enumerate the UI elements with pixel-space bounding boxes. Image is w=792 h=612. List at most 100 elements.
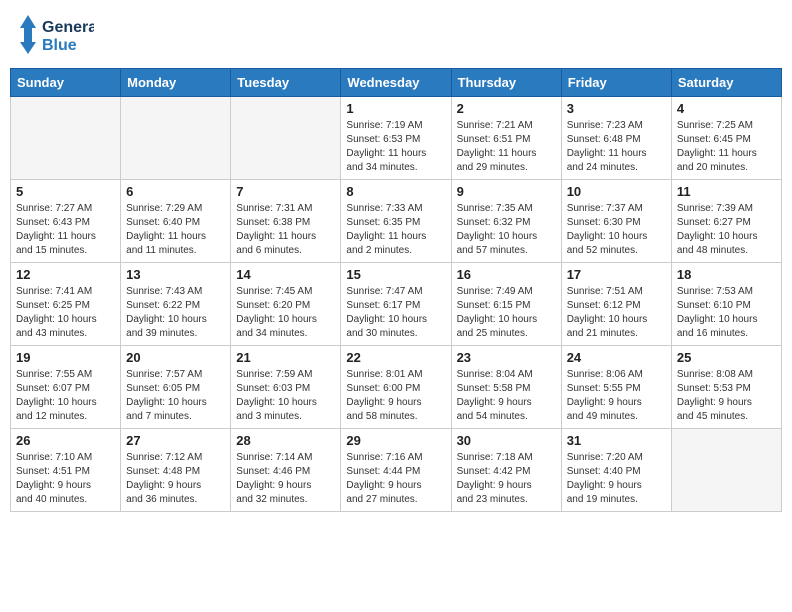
day-info: Sunrise: 7:31 AM Sunset: 6:38 PM Dayligh… — [236, 202, 335, 258]
day-info: Sunrise: 7:49 AM Sunset: 6:15 PM Dayligh… — [457, 285, 556, 341]
week-row-5: 26 Sunrise: 7:10 AM Sunset: 4:51 PM Dayli… — [11, 429, 782, 512]
day-number: 5 — [16, 184, 115, 199]
day-number: 22 — [346, 350, 445, 365]
day-info: Sunrise: 7:35 AM Sunset: 6:32 PM Dayligh… — [457, 202, 556, 258]
week-row-3: 12 Sunrise: 7:41 AM Sunset: 6:25 PM Dayli… — [11, 263, 782, 346]
calendar-cell: 3 Sunrise: 7:23 AM Sunset: 6:48 PM Daylig… — [561, 97, 671, 180]
day-info: Sunrise: 8:01 AM Sunset: 6:00 PM Dayligh… — [346, 368, 445, 424]
calendar-cell: 26 Sunrise: 7:10 AM Sunset: 4:51 PM Dayli… — [11, 429, 121, 512]
calendar-cell: 15 Sunrise: 7:47 AM Sunset: 6:17 PM Dayli… — [341, 263, 451, 346]
calendar-cell: 24 Sunrise: 8:06 AM Sunset: 5:55 PM Dayli… — [561, 346, 671, 429]
header: GeneralBlue — [10, 10, 782, 60]
header-row: SundayMondayTuesdayWednesdayThursdayFrid… — [11, 69, 782, 97]
day-info: Sunrise: 7:16 AM Sunset: 4:44 PM Dayligh… — [346, 451, 445, 507]
day-number: 4 — [677, 101, 776, 116]
calendar-cell — [121, 97, 231, 180]
header-day-monday: Monday — [121, 69, 231, 97]
calendar-cell: 20Sunrise: 7:57 AM Sunset: 6:05 PM Dayli… — [121, 346, 231, 429]
day-number: 9 — [457, 184, 556, 199]
logo: GeneralBlue — [14, 10, 94, 60]
day-number: 3 — [567, 101, 666, 116]
calendar-cell: 5 Sunrise: 7:27 AM Sunset: 6:43 PM Daylig… — [11, 180, 121, 263]
day-number: 8 — [346, 184, 445, 199]
header-day-sunday: Sunday — [11, 69, 121, 97]
day-number: 13 — [126, 267, 225, 282]
header-day-wednesday: Wednesday — [341, 69, 451, 97]
day-info: Sunrise: 7:45 AM Sunset: 6:20 PM Dayligh… — [236, 285, 335, 341]
day-info: Sunrise: 7:33 AM Sunset: 6:35 PM Dayligh… — [346, 202, 445, 258]
day-info: Sunrise: 7:25 AM Sunset: 6:45 PM Dayligh… — [677, 119, 776, 175]
calendar-cell: 21 Sunrise: 7:59 AM Sunset: 6:03 PM Dayli… — [231, 346, 341, 429]
day-number: 25 — [677, 350, 776, 365]
day-number: 17 — [567, 267, 666, 282]
day-info: Sunrise: 7:27 AM Sunset: 6:43 PM Dayligh… — [16, 202, 115, 258]
day-info: Sunrise: 7:37 AM Sunset: 6:30 PM Dayligh… — [567, 202, 666, 258]
calendar-cell: 4 Sunrise: 7:25 AM Sunset: 6:45 PM Daylig… — [671, 97, 781, 180]
header-day-saturday: Saturday — [671, 69, 781, 97]
day-number: 27 — [126, 433, 225, 448]
header-day-thursday: Thursday — [451, 69, 561, 97]
day-number: 24 — [567, 350, 666, 365]
day-info: Sunrise: 7:55 AM Sunset: 6:07 PM Dayligh… — [16, 368, 115, 424]
calendar-cell: 13Sunrise: 7:43 AM Sunset: 6:22 PM Dayli… — [121, 263, 231, 346]
calendar-cell: 22 Sunrise: 8:01 AM Sunset: 6:00 PM Dayli… — [341, 346, 451, 429]
day-number: 21 — [236, 350, 335, 365]
header-day-friday: Friday — [561, 69, 671, 97]
day-info: Sunrise: 7:12 AM Sunset: 4:48 PM Dayligh… — [126, 451, 225, 507]
day-info: Sunrise: 7:20 AM Sunset: 4:40 PM Dayligh… — [567, 451, 666, 507]
logo-svg: GeneralBlue — [14, 10, 94, 60]
day-info: Sunrise: 7:18 AM Sunset: 4:42 PM Dayligh… — [457, 451, 556, 507]
calendar-table: SundayMondayTuesdayWednesdayThursdayFrid… — [10, 68, 782, 512]
day-number: 20 — [126, 350, 225, 365]
calendar-cell — [231, 97, 341, 180]
day-info: Sunrise: 7:21 AM Sunset: 6:51 PM Dayligh… — [457, 119, 556, 175]
day-info: Sunrise: 8:08 AM Sunset: 5:53 PM Dayligh… — [677, 368, 776, 424]
day-number: 14 — [236, 267, 335, 282]
day-number: 1 — [346, 101, 445, 116]
day-info: Sunrise: 7:59 AM Sunset: 6:03 PM Dayligh… — [236, 368, 335, 424]
day-number: 31 — [567, 433, 666, 448]
day-info: Sunrise: 7:23 AM Sunset: 6:48 PM Dayligh… — [567, 119, 666, 175]
calendar-cell: 1 Sunrise: 7:19 AM Sunset: 6:53 PM Daylig… — [341, 97, 451, 180]
calendar-cell: 12 Sunrise: 7:41 AM Sunset: 6:25 PM Dayli… — [11, 263, 121, 346]
calendar-cell — [671, 429, 781, 512]
day-info: Sunrise: 7:41 AM Sunset: 6:25 PM Dayligh… — [16, 285, 115, 341]
day-info: Sunrise: 8:04 AM Sunset: 5:58 PM Dayligh… — [457, 368, 556, 424]
calendar-cell: 11Sunrise: 7:39 AM Sunset: 6:27 PM Dayli… — [671, 180, 781, 263]
calendar-cell: 18Sunrise: 7:53 AM Sunset: 6:10 PM Dayli… — [671, 263, 781, 346]
day-info: Sunrise: 7:47 AM Sunset: 6:17 PM Dayligh… — [346, 285, 445, 341]
day-info: Sunrise: 8:06 AM Sunset: 5:55 PM Dayligh… — [567, 368, 666, 424]
day-number: 16 — [457, 267, 556, 282]
calendar-cell: 29Sunrise: 7:16 AM Sunset: 4:44 PM Dayli… — [341, 429, 451, 512]
calendar-cell: 31 Sunrise: 7:20 AM Sunset: 4:40 PM Dayli… — [561, 429, 671, 512]
calendar-cell: 27 Sunrise: 7:12 AM Sunset: 4:48 PM Dayli… — [121, 429, 231, 512]
calendar-cell: 19 Sunrise: 7:55 AM Sunset: 6:07 PM Dayli… — [11, 346, 121, 429]
calendar-cell: 16 Sunrise: 7:49 AM Sunset: 6:15 PM Dayli… — [451, 263, 561, 346]
day-number: 12 — [16, 267, 115, 282]
day-number: 26 — [16, 433, 115, 448]
svg-text:General: General — [42, 19, 94, 36]
calendar-cell: 30 Sunrise: 7:18 AM Sunset: 4:42 PM Dayli… — [451, 429, 561, 512]
day-info: Sunrise: 7:53 AM Sunset: 6:10 PM Dayligh… — [677, 285, 776, 341]
day-number: 11 — [677, 184, 776, 199]
day-number: 7 — [236, 184, 335, 199]
week-row-4: 19 Sunrise: 7:55 AM Sunset: 6:07 PM Dayli… — [11, 346, 782, 429]
calendar-cell: 14 Sunrise: 7:45 AM Sunset: 6:20 PM Dayli… — [231, 263, 341, 346]
day-info: Sunrise: 7:51 AM Sunset: 6:12 PM Dayligh… — [567, 285, 666, 341]
calendar-cell: 8 Sunrise: 7:33 AM Sunset: 6:35 PM Daylig… — [341, 180, 451, 263]
day-number: 6 — [126, 184, 225, 199]
day-number: 15 — [346, 267, 445, 282]
week-row-1: 1 Sunrise: 7:19 AM Sunset: 6:53 PM Daylig… — [11, 97, 782, 180]
day-number: 28 — [236, 433, 335, 448]
calendar-cell: 17 Sunrise: 7:51 AM Sunset: 6:12 PM Dayli… — [561, 263, 671, 346]
day-info: Sunrise: 7:10 AM Sunset: 4:51 PM Dayligh… — [16, 451, 115, 507]
day-number: 30 — [457, 433, 556, 448]
calendar-cell: 2Sunrise: 7:21 AM Sunset: 6:51 PM Daylig… — [451, 97, 561, 180]
calendar-cell: 7 Sunrise: 7:31 AM Sunset: 6:38 PM Daylig… — [231, 180, 341, 263]
header-day-tuesday: Tuesday — [231, 69, 341, 97]
day-info: Sunrise: 7:29 AM Sunset: 6:40 PM Dayligh… — [126, 202, 225, 258]
calendar-cell — [11, 97, 121, 180]
day-number: 19 — [16, 350, 115, 365]
day-info: Sunrise: 7:19 AM Sunset: 6:53 PM Dayligh… — [346, 119, 445, 175]
day-number: 23 — [457, 350, 556, 365]
